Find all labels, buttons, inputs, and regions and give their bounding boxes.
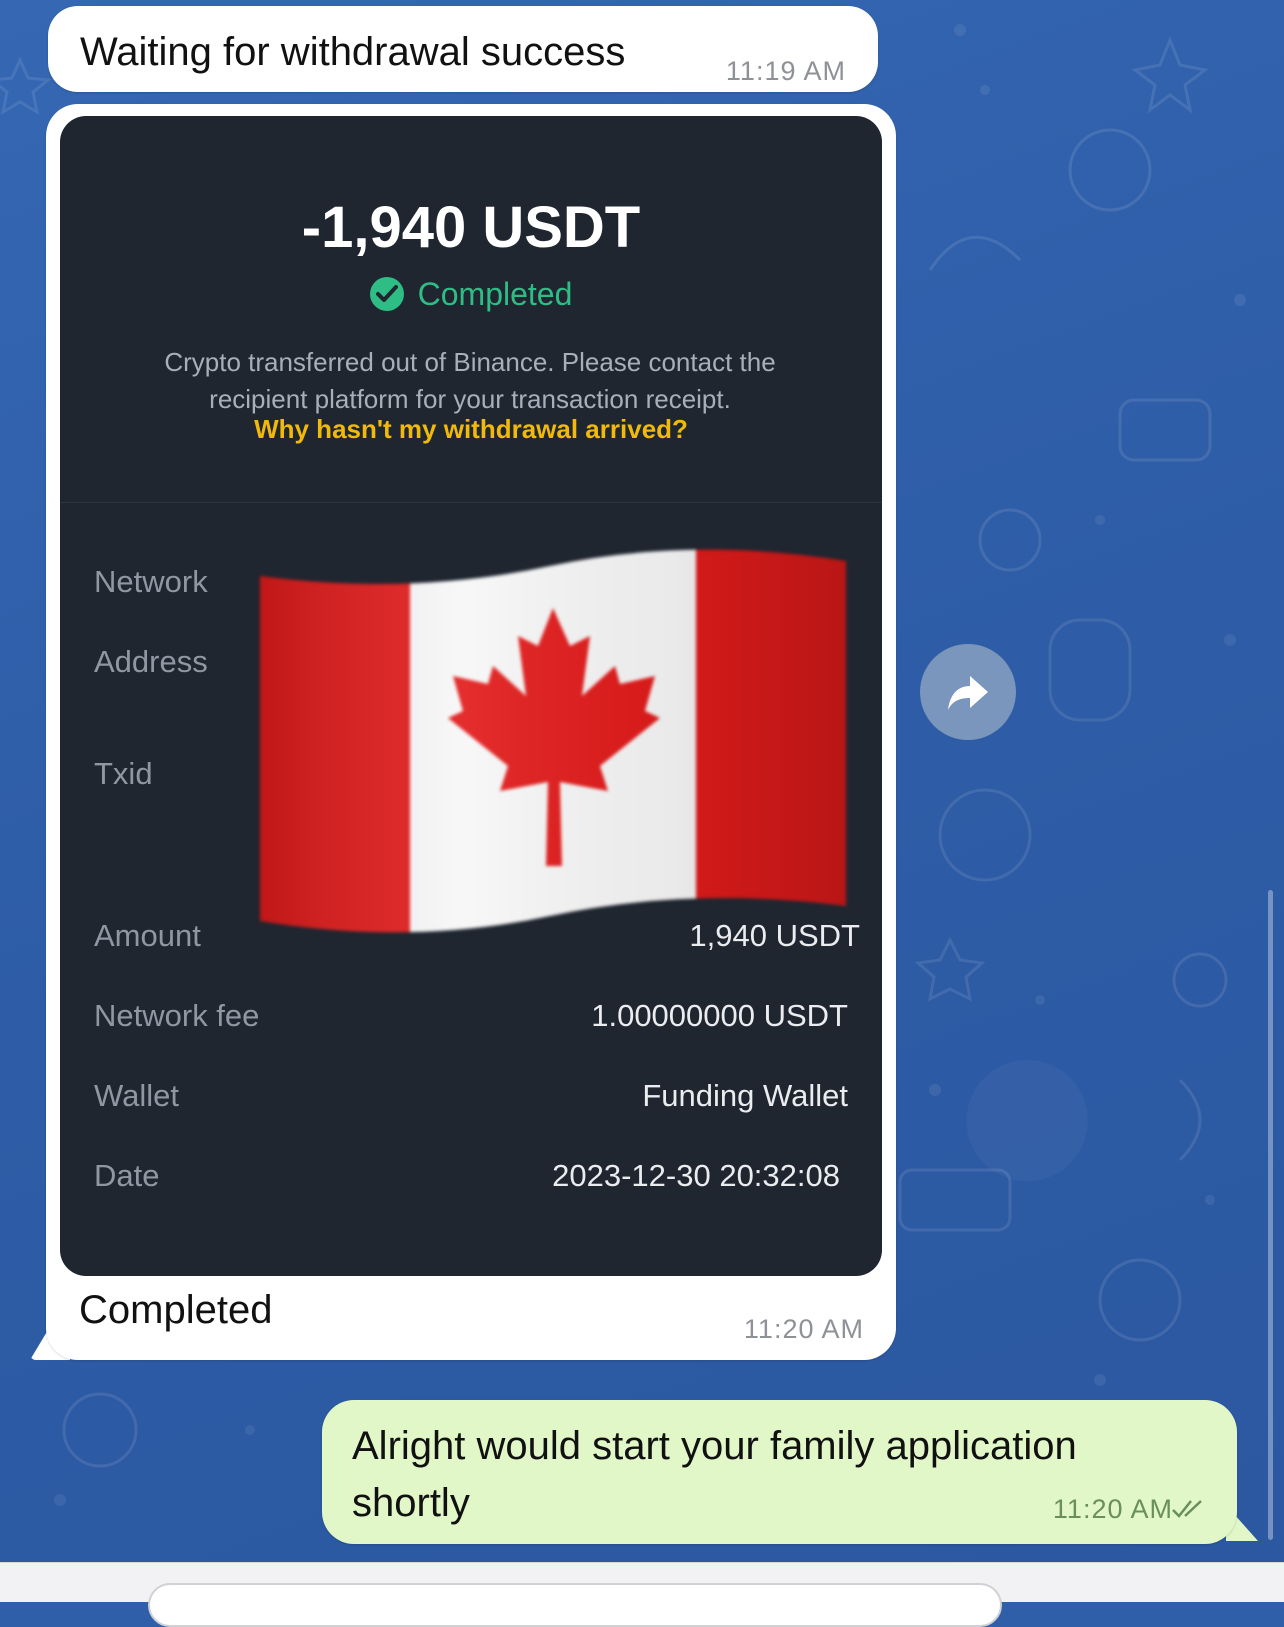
network-fee-label: Network fee [94,998,260,1033]
canada-flag-emoji [260,549,846,933]
photo-caption: Completed [79,1288,273,1332]
amount-label: Amount [94,918,201,953]
status-text: Completed [417,276,573,312]
message-time: 11:20 AM [1052,1494,1173,1524]
wallet-value: Funding Wallet [642,1078,848,1113]
forward-arrow-icon [948,676,988,710]
network-fee-value: 1.00000000 USDT [591,998,848,1033]
withdrawal-amount: -1,940 USDT [301,195,641,260]
receipt-screenshot-image[interactable]: -1,940 USDT Completed Crypto transferred… [60,116,882,1276]
message-input-bar [0,1562,1284,1627]
message-time: 11:20 AM [743,1314,864,1344]
scrollbar[interactable] [1268,890,1273,1540]
network-label: Network [94,564,208,599]
incoming-message-bubble[interactable]: Waiting for withdrawal success 11:19 AM [48,6,878,92]
receipt-description: Crypto transferred out of Binance. Pleas… [164,347,776,414]
incoming-photo-message-bubble[interactable]: -1,940 USDT Completed Crypto transferred… [46,104,896,1360]
status-row: Completed [60,276,882,314]
double-check-icon [1172,1500,1202,1518]
message-time: 11:19 AM [725,56,846,86]
message-text: Waiting for withdrawal success [80,30,626,74]
address-label: Address [94,644,208,679]
wallet-label: Wallet [94,1078,179,1113]
check-circle-icon [369,276,404,311]
divider [60,502,882,503]
date-label: Date [94,1158,160,1193]
txid-label: Txid [94,756,153,791]
forward-button[interactable] [920,644,1016,740]
withdrawal-help-link[interactable]: Why hasn't my withdrawal arrived? [60,414,882,445]
date-value: 2023-12-30 20:32:08 [552,1158,840,1193]
outgoing-message-bubble[interactable]: Alright would start your family applicat… [322,1400,1237,1544]
message-input[interactable] [148,1583,1002,1627]
